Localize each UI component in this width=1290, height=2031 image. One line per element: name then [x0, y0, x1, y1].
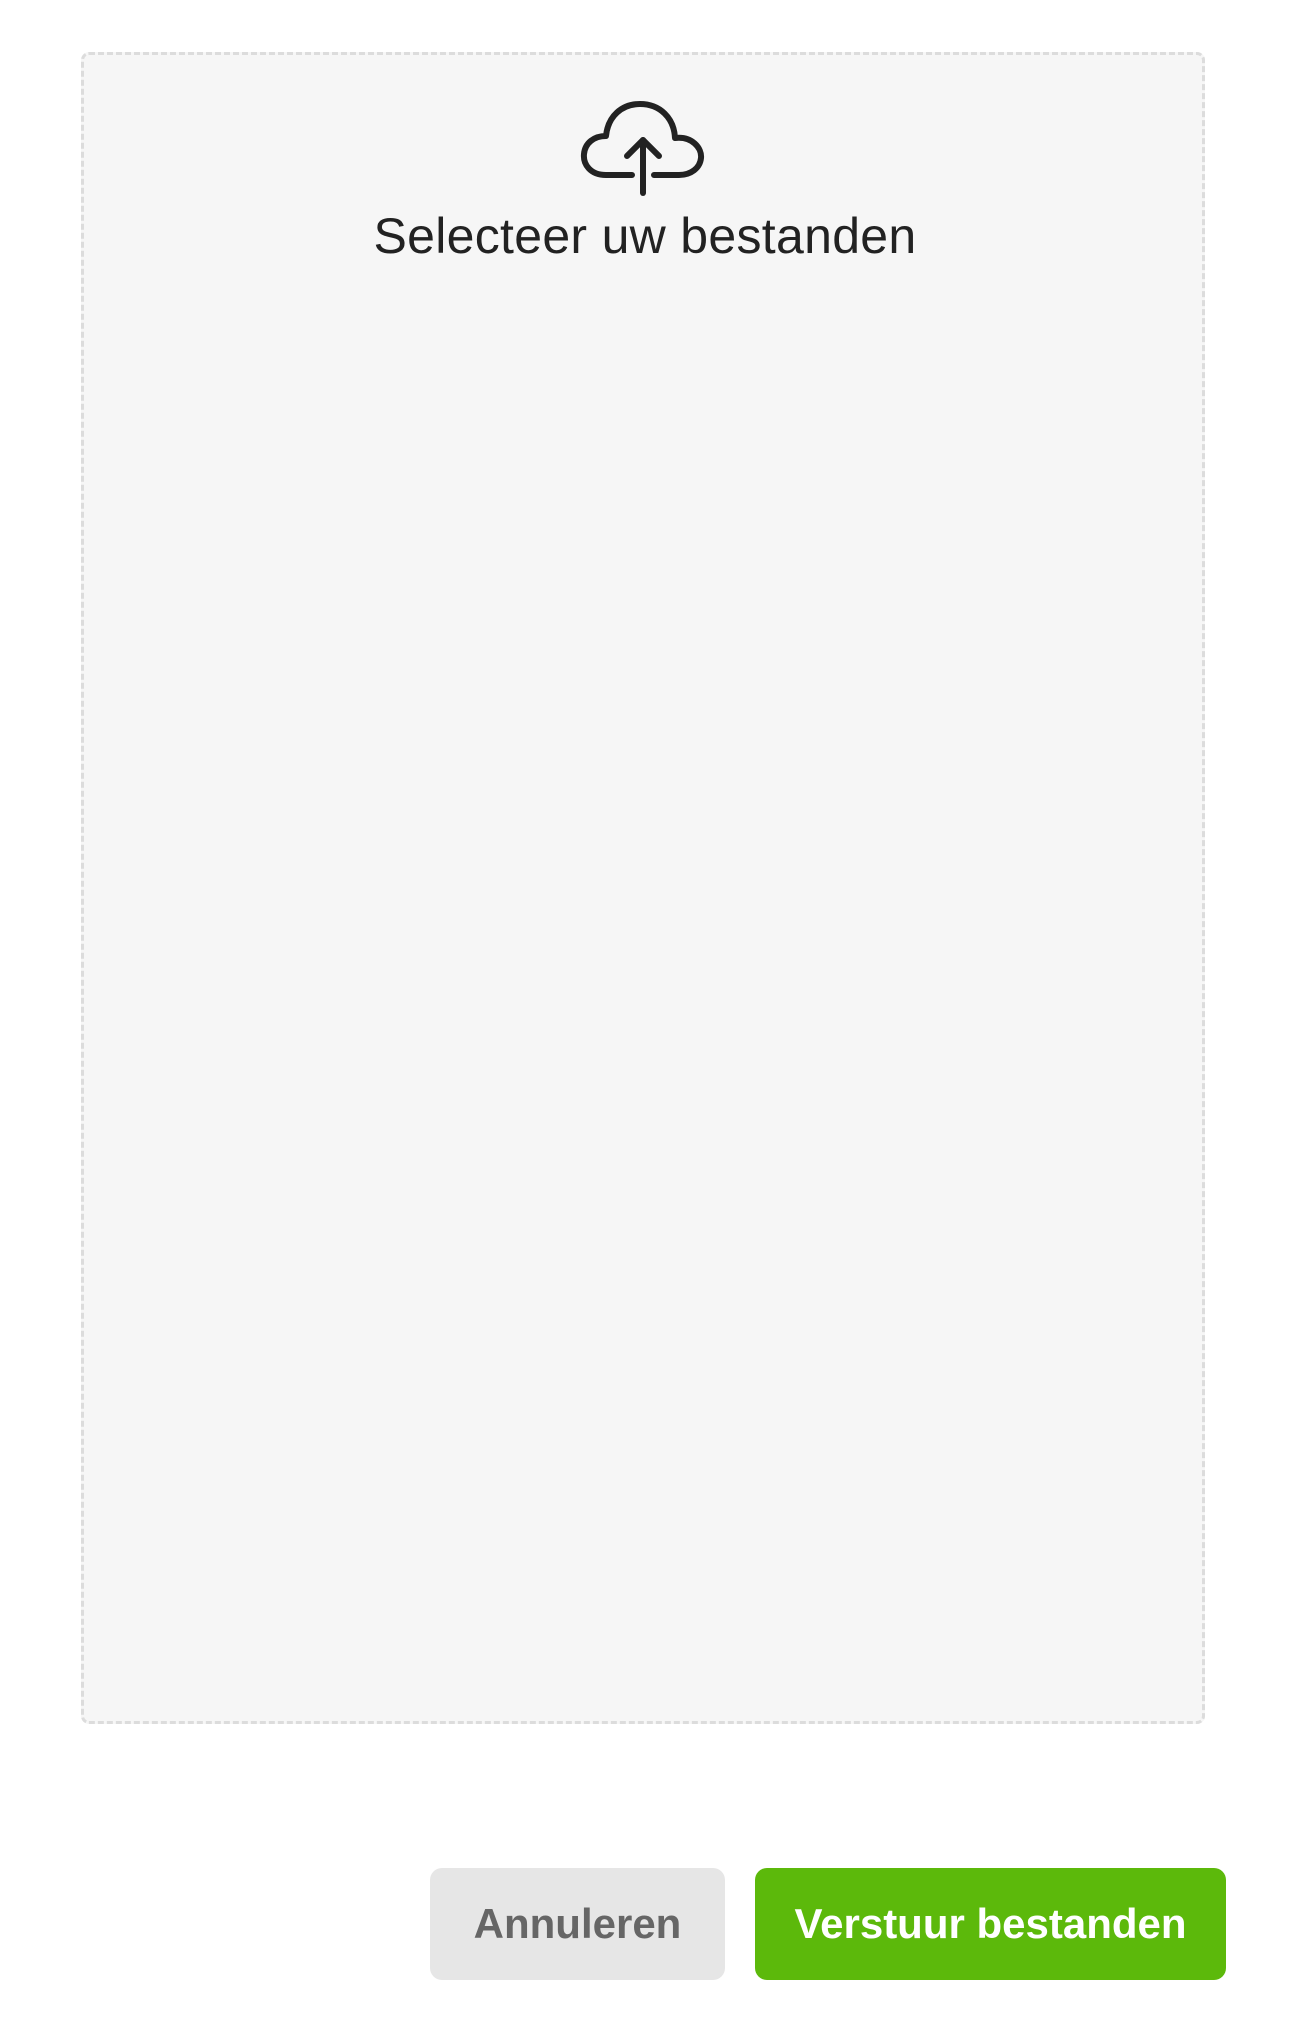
dropzone-label: Selecteer uw bestanden	[373, 208, 917, 264]
file-dropzone[interactable]	[81, 52, 1205, 1724]
submit-files-button[interactable]: Verstuur bestanden	[755, 1868, 1226, 1980]
cancel-button[interactable]: Annuleren	[430, 1868, 725, 1980]
cloud-upload-icon[interactable]	[580, 98, 706, 198]
